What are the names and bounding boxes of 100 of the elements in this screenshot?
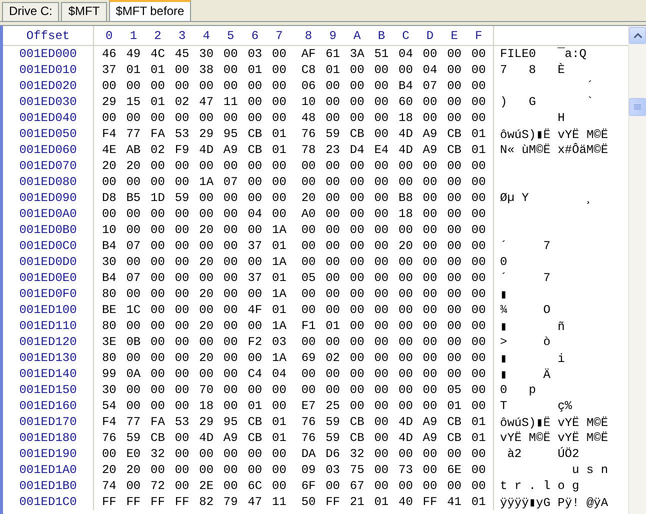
hex-byte: 03 [271,335,288,349]
hex-byte: 00 [198,159,215,173]
hex-byte: 18 [398,111,414,125]
hex-byte: 37 [246,271,264,285]
hex-byte: 00 [222,463,239,477]
hex-byte: 00 [470,47,487,61]
hex-byte: 00 [174,63,190,77]
hex-byte: CB [246,143,264,157]
hex-byte: 70 [198,383,215,397]
hex-byte: 00 [446,175,462,189]
hex-byte: 01 [271,143,288,157]
hex-byte: 4D [198,143,215,157]
column-header: 3 [177,28,187,42]
hex-byte: 00 [150,319,166,333]
ascii-text: 0 [500,255,508,269]
offset-cell: 001ED0D0 [19,255,77,269]
hex-byte: 00 [246,191,264,205]
hex-byte: 80 [100,319,118,333]
hex-byte: 1D [150,191,166,205]
hex-byte: 1C [125,303,142,317]
hex-byte: 04 [398,47,414,61]
hex-byte: 00 [470,159,487,173]
hex-byte: 00 [222,399,239,413]
hex-byte: 00 [398,271,414,285]
hex-byte: 00 [348,351,366,365]
hex-byte: 00 [300,159,317,173]
hex-byte: 00 [271,63,288,77]
hex-byte: CB [348,431,366,445]
hex-byte: 46 [100,47,118,61]
hex-byte: 00 [300,223,317,237]
hex-byte: 00 [470,175,487,189]
hex-byte: 00 [446,95,462,109]
hex-byte: 00 [446,239,462,253]
hex-byte: 20 [198,255,215,269]
hex-byte: 01 [271,239,288,253]
hex-byte: 00 [324,255,342,269]
ascii-text: u s n [571,463,608,477]
hex-byte: 15 [125,95,142,109]
hex-byte: 00 [125,255,142,269]
hex-byte: 38 [198,63,215,77]
hex-byte: 95 [222,415,239,429]
hex-byte: 4F [246,303,264,317]
hex-byte: 00 [373,239,390,253]
hex-byte: 00 [373,223,390,237]
hex-byte: 00 [470,191,487,205]
hex-byte: 29 [198,415,215,429]
hex-byte: 00 [174,351,190,365]
tab[interactable]: $MFT [61,2,107,21]
offset-cell: 001ED0A0 [19,207,77,221]
tab[interactable]: $MFT before [108,0,192,21]
hex-byte: 01 [271,415,288,429]
column-header: B [376,28,386,42]
column-header: 8 [304,28,314,42]
ascii-text: ▮ [500,286,508,302]
hex-byte: 00 [446,47,462,61]
hex-byte: 00 [348,223,366,237]
hex-byte: 03 [246,47,264,61]
offset-cell: 001ED070 [19,159,77,173]
hex-byte: 00 [446,63,462,77]
hex-byte: 4E [100,143,118,157]
offset-cell: 001ED170 [19,415,77,429]
hex-byte: CB [446,431,462,445]
hex-byte: 47 [246,495,264,509]
hex-byte: F1 [300,319,317,333]
hex-byte: 1A [271,255,288,269]
scrollbar-thumb[interactable] [629,98,646,116]
hex-byte: 20 [100,159,118,173]
ascii-text: 7 8 È [500,63,565,77]
hex-byte: E4 [373,143,390,157]
hex-byte: 00 [348,239,366,253]
hex-byte: 1A [271,223,288,237]
hex-byte: 20 [198,223,215,237]
scroll-up-button[interactable] [629,27,646,44]
hex-byte: 10 [300,95,317,109]
hex-byte: 00 [446,159,462,173]
hex-byte: 00 [100,447,118,461]
hex-byte: 00 [348,271,366,285]
hex-byte: 00 [398,351,414,365]
hex-byte: 00 [422,239,438,253]
hex-byte: 00 [174,319,190,333]
hex-byte: 00 [324,303,342,317]
offset-cell: 001ED1B0 [19,479,77,493]
hex-byte: 00 [422,287,438,301]
hex-byte: 00 [470,447,487,461]
hex-byte: 00 [271,479,288,493]
hex-byte: B8 [398,191,414,205]
offset-cell: 001ED160 [19,399,77,413]
tab[interactable]: Drive C: [2,2,60,21]
hex-byte: 51 [373,47,390,61]
hex-byte: 00 [398,255,414,269]
hex-byte: 04 [422,63,438,77]
hex-byte: 00 [446,303,462,317]
hex-byte: 00 [373,63,390,77]
hex-byte: 82 [198,495,215,509]
hex-byte: FA [150,415,166,429]
hex-byte: 00 [246,383,264,397]
scrollbar[interactable] [628,26,646,514]
hex-byte: 00 [470,335,487,349]
hex-byte: 00 [222,191,239,205]
hex-byte: 00 [398,303,414,317]
